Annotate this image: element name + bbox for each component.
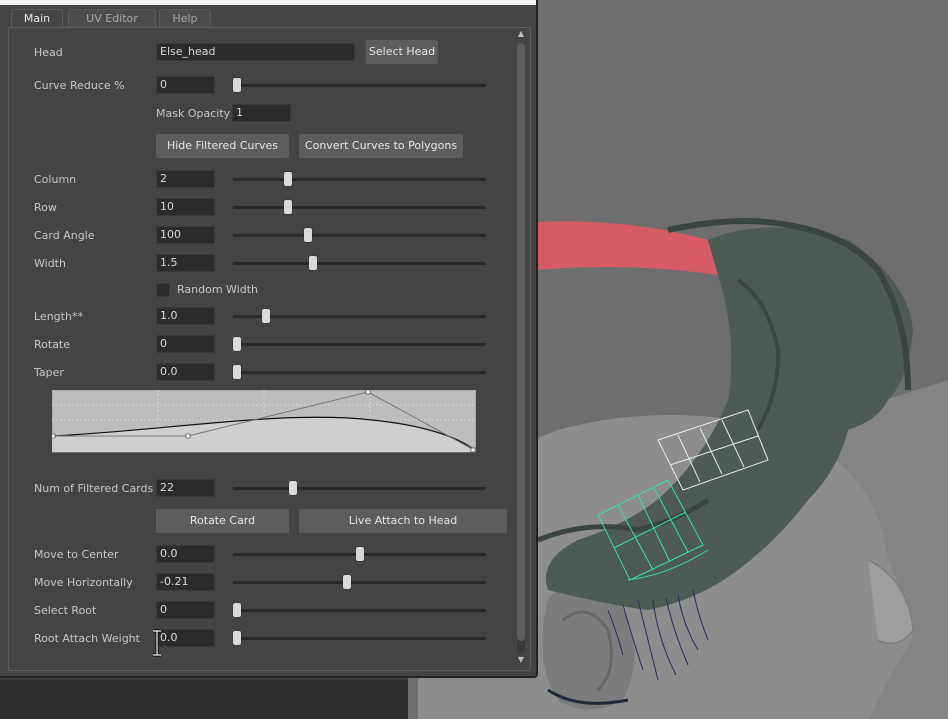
move-to-center-label: Move to Center [34,548,119,561]
column-field[interactable] [156,170,215,188]
curve-reduce-label: Curve Reduce % [34,79,125,92]
convert-curves-to-polygons-button[interactable]: Convert Curves to Polygons [299,134,463,158]
row-slider[interactable] [233,200,486,214]
slider-groove [233,234,486,237]
select-root-slider[interactable] [233,603,486,617]
curve-reduce-field[interactable] [156,76,215,94]
slider-groove [233,84,486,87]
root-attach-weight-label: Root Attach Weight [34,632,140,645]
slider-groove [233,315,486,318]
slider-groove [233,178,486,181]
taper-slider[interactable] [233,365,486,379]
length-field[interactable] [156,307,215,325]
slider-groove [233,637,486,640]
slider-groove [233,487,486,490]
rotate-field[interactable] [156,335,215,353]
tab-main[interactable]: Main [11,9,63,28]
curve-reduce-slider[interactable] [233,78,486,92]
slider-groove [233,206,486,209]
card-angle-slider[interactable] [233,228,486,242]
slider-groove [233,581,486,584]
text-cursor-icon [153,629,161,657]
row-field[interactable] [156,198,215,216]
length-slider[interactable] [233,309,486,323]
card-angle-field[interactable] [156,226,215,244]
bottom-strip [0,680,408,719]
scroll-up-icon[interactable]: ▲ [516,29,526,39]
move-horizontally-label: Move Horizontally [34,576,133,589]
hide-filtered-curves-button[interactable]: Hide Filtered Curves [156,134,289,158]
slider-groove [233,343,486,346]
card-angle-label: Card Angle [34,229,95,242]
hair-card-tool-window: Main UV Editor Help ▲ ▼ Head Select Head… [0,0,538,678]
rotate-label: Rotate [34,338,71,351]
mask-opacity-label: Mask Opacity [156,107,231,120]
slider-handle[interactable] [233,603,241,617]
slider-handle[interactable] [233,78,241,92]
live-attach-to-head-button[interactable]: Live Attach to Head [299,509,507,533]
select-root-field[interactable] [156,601,215,619]
move-to-center-field[interactable] [156,545,215,563]
random-width-checkbox[interactable] [156,283,170,297]
slider-handle[interactable] [308,256,317,270]
row-label: Row [34,201,57,214]
slider-handle[interactable] [284,200,293,214]
tab-uv-editor[interactable]: UV Editor [68,9,156,28]
rotate-slider[interactable] [233,337,486,351]
column-label: Column [34,173,77,186]
root-attach-weight-slider[interactable] [233,631,486,645]
taper-field[interactable] [156,363,215,381]
slider-handle[interactable] [233,365,241,379]
move-horizontally-slider[interactable] [233,575,486,589]
taper-curve-editor[interactable] [52,390,476,454]
slider-handle[interactable] [233,337,241,351]
head-field[interactable] [156,43,355,61]
move-to-center-slider[interactable] [233,547,486,561]
num-filtered-cards-slider[interactable] [233,481,486,495]
length-label: Length** [34,310,83,323]
slider-groove [233,609,486,612]
slider-handle[interactable] [284,172,293,186]
root-attach-weight-field[interactable] [156,629,215,647]
width-slider[interactable] [233,256,486,270]
move-horizontally-field[interactable] [156,573,215,591]
panel-scrollbar[interactable]: ▲ ▼ [515,29,527,667]
num-filtered-cards-label: Num of Filtered Cards [34,482,154,495]
slider-groove [233,371,486,374]
taper-label: Taper [34,366,64,379]
scroll-thumb[interactable] [517,43,525,641]
slider-groove [233,262,486,265]
window-titlebar[interactable] [0,0,536,5]
mask-opacity-field[interactable] [232,104,291,122]
scroll-down-icon[interactable]: ▼ [516,655,526,665]
slider-handle[interactable] [304,228,313,242]
head-label: Head [34,46,63,59]
rotate-card-button[interactable]: Rotate Card [156,509,289,533]
width-field[interactable] [156,254,215,272]
slider-handle[interactable] [262,309,271,323]
width-label: Width [34,257,66,270]
slider-handle[interactable] [289,481,298,495]
slider-handle[interactable] [343,575,352,589]
select-head-button[interactable]: Select Head [366,40,438,64]
num-filtered-cards-field[interactable] [156,479,215,497]
tab-help[interactable]: Help [159,9,211,28]
slider-handle[interactable] [355,547,364,561]
column-slider[interactable] [233,172,486,186]
select-root-label: Select Root [34,604,97,617]
slider-handle[interactable] [233,631,241,645]
random-width-label: Random Width [177,283,258,296]
